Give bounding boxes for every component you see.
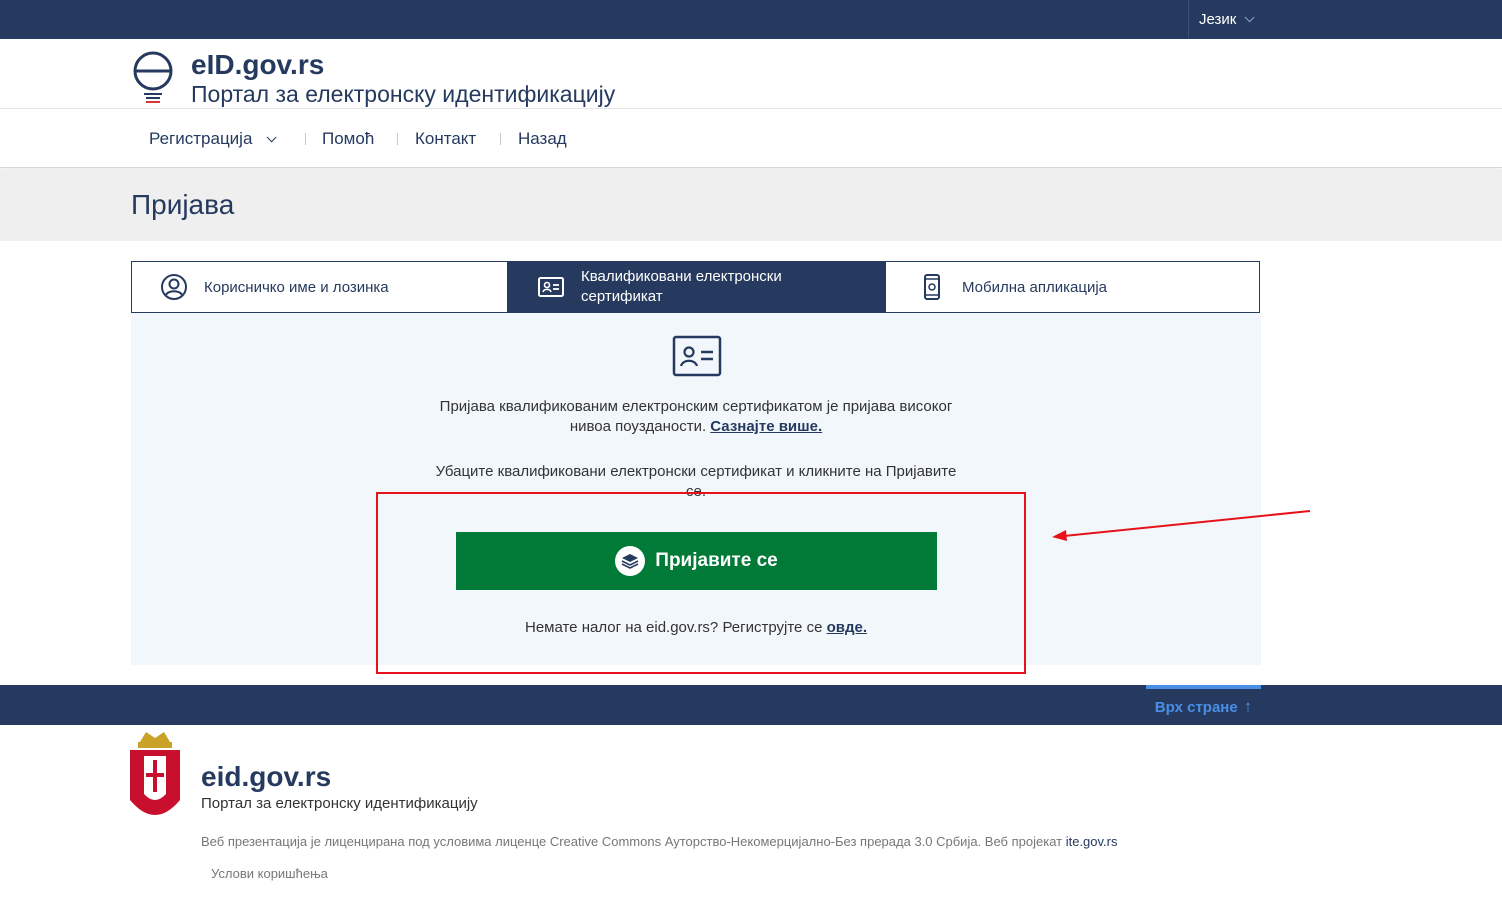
nav-item-contact[interactable]: Контакт [415,110,476,168]
license-text: Веб презентација је лиценцирана под усло… [201,834,1118,849]
page-title-band: Пријава [0,169,1502,241]
id-card-icon [672,335,722,377]
footer-bar [0,685,1502,725]
tab-label: Корисничко име и лозинка [204,278,389,296]
nav-item-label: Регистрација [149,129,253,148]
ite-link[interactable]: ite.gov.rs [1066,834,1118,849]
annotation-arrow-icon [1052,510,1311,541]
nav-separator [500,133,501,145]
tab-qualified-certificate[interactable]: Квалификовани електронски сертификат [507,262,885,312]
nav-item-back[interactable]: Назад [518,110,567,168]
tab-username-password[interactable]: Корисничко име и лозинка [132,262,507,312]
nav-separator [397,133,398,145]
intro-text-body: Пријава квалификованим електронским серт… [439,398,953,435]
chevron-down-icon [267,131,277,142]
eid-logo-icon[interactable] [131,49,177,105]
back-to-top-link[interactable]: Врх стране ↑ [1146,685,1261,725]
language-selector[interactable]: Језик [1188,0,1255,39]
mobile-phone-icon [924,274,940,300]
tab-label: Квалификовани електронски сертификат [581,268,782,305]
top-bar: Језик [0,0,1502,39]
nav-separator [305,133,306,145]
footer-subtitle: Портал за електронску идентификацију [201,795,478,812]
nav-item-label: Контакт [415,129,477,148]
nav-item-label: Помоћ [322,129,375,148]
terms-of-use-link[interactable]: Услови коришћења [211,866,328,881]
nav-item-help[interactable]: Помоћ [322,110,374,168]
footer-title: eid.gov.rs [201,761,332,792]
back-to-top-label: Врх стране [1154,698,1238,716]
brand-title[interactable]: eID.gov.rs [191,49,324,81]
serbian-coat-of-arms-icon [130,732,180,815]
tab-mobile-app[interactable]: Мобилна апликација [885,262,1259,312]
nav-item-registration[interactable]: Регистрација [149,110,277,168]
site-header: eID.gov.rs Портал за електронску идентиф… [0,39,1502,109]
user-icon [161,274,187,300]
id-card-icon [538,277,564,297]
nav-item-label: Назад [518,129,567,148]
page-title: Пријава [131,189,235,220]
learn-more-link[interactable]: Сазнајте више. [710,418,822,435]
license-body: Веб презентација је лиценцирана под усло… [201,834,1063,849]
tab-label: Мобилна апликација [962,278,1107,296]
login-method-tabs: Корисничко име и лозинка Квалификовани е… [131,261,1260,313]
brand-subtitle: Портал за електронску идентификацију [191,81,616,107]
main-nav: Регистрација Помоћ Контакт Назад [0,110,1502,168]
annotation-highlight-box [376,492,1026,674]
arrow-up-icon: ↑ [1243,697,1253,716]
chevron-down-icon [1245,12,1255,23]
language-label: Језик [1199,11,1237,28]
intro-text: Пријава квалификованим електронским серт… [431,397,961,437]
